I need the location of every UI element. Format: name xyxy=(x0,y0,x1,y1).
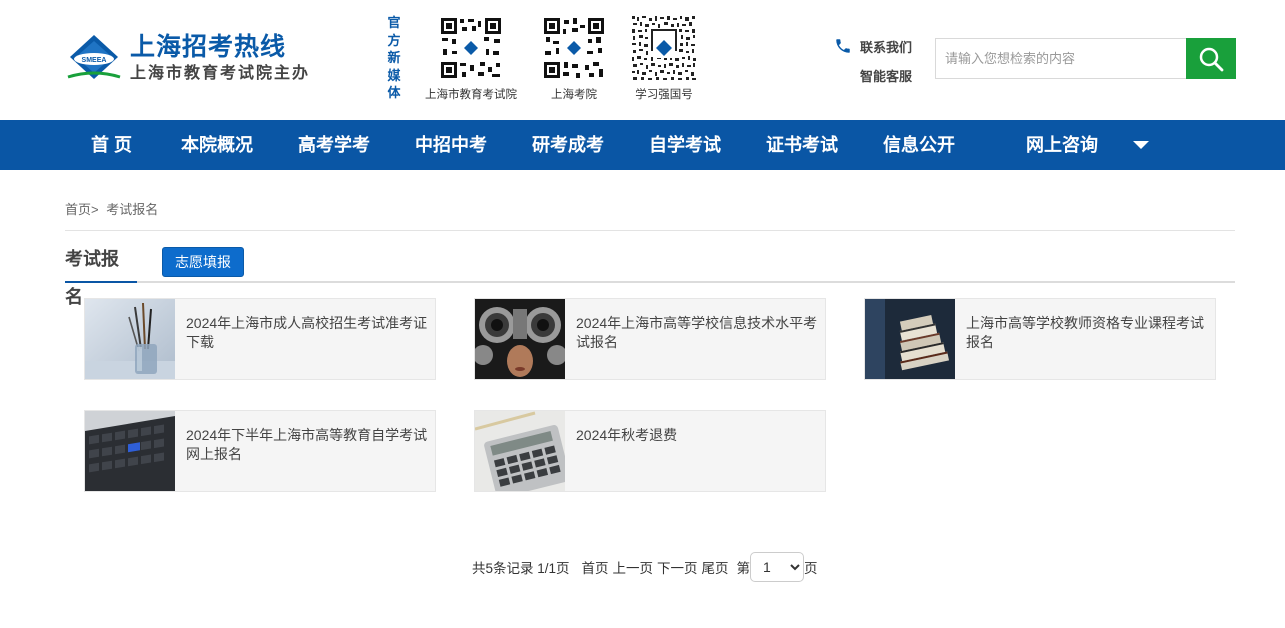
nav-about[interactable]: 本院概况 xyxy=(181,120,253,170)
nav-self-study[interactable]: 自学考试 xyxy=(649,120,721,170)
keyboard-thumbnail xyxy=(85,411,175,491)
qr-code-icon xyxy=(631,15,697,81)
list-item[interactable]: 2024年上海市成人高校招生考试准考证下载 xyxy=(84,298,436,380)
nav-dropdown-icon[interactable] xyxy=(1133,141,1149,149)
pagination-last[interactable]: 尾页 xyxy=(702,557,729,577)
nav-certificate[interactable]: 证书考试 xyxy=(766,120,838,170)
list-item-title[interactable]: 上海市高等学校教师资格专业课程考试报名 xyxy=(966,314,1211,352)
tab-exam-registration[interactable]: 考试报名 xyxy=(65,240,137,307)
breadcrumb-home[interactable]: 首页> xyxy=(65,202,99,217)
pagination-next[interactable]: 下一页 xyxy=(657,557,698,577)
breadcrumb-current: 考试报名 xyxy=(106,202,159,217)
books-thumbnail xyxy=(865,299,955,379)
site-title: 上海招考热线 xyxy=(130,33,287,61)
contact-us-link[interactable]: 联系我们 xyxy=(834,36,912,56)
qr-caption: 学习强国号 xyxy=(635,89,693,101)
list-item-title[interactable]: 2024年上海市成人高校招生考试准考证下载 xyxy=(186,314,431,352)
pagination-page-suffix: 页 xyxy=(804,561,818,576)
list-item[interactable]: 2024年秋考退费 xyxy=(474,410,826,492)
smeea-logo-icon: SMEEA xyxy=(66,33,122,85)
qr-caption: 上海考院 xyxy=(551,89,597,101)
nav-gaokao[interactable]: 高考学考 xyxy=(298,120,370,170)
search-icon xyxy=(1199,47,1224,71)
nav-yankao[interactable]: 研考成考 xyxy=(532,120,604,170)
pagination-prev[interactable]: 上一页 xyxy=(613,557,654,577)
svg-text:SMEEA: SMEEA xyxy=(82,57,107,64)
nav-zhongkao[interactable]: 中招中考 xyxy=(415,120,487,170)
nav-info-public[interactable]: 信息公开 xyxy=(883,120,955,170)
site-subtitle: 上海市教育考试院主办 xyxy=(130,65,311,82)
list-item-title[interactable]: 2024年下半年上海市高等教育自学考试网上报名 xyxy=(186,426,431,464)
phone-icon xyxy=(836,39,850,53)
list-item[interactable]: 2024年下半年上海市高等教育自学考试网上报名 xyxy=(84,410,436,492)
pagination-first[interactable]: 首页 xyxy=(582,557,609,577)
official-media-label: 官 方 新 媒 体 xyxy=(387,15,401,100)
search-button[interactable] xyxy=(1186,38,1236,79)
eye-test-thumbnail xyxy=(475,299,565,379)
list-item-title[interactable]: 2024年秋考退费 xyxy=(576,426,821,445)
list-item[interactable]: 2024年上海市高等学校信息技术水平考试报名 xyxy=(474,298,826,380)
list-item[interactable]: 上海市高等学校教师资格专业课程考试报名 xyxy=(864,298,1216,380)
site-header: SMEEA 上海招考热线 上海市教育考试院主办 官 方 新 媒 体 上海市教育考… xyxy=(0,0,1285,120)
qr-caption: 上海市教育考试院 xyxy=(425,89,517,101)
nav-online-consult[interactable]: 网上咨询 xyxy=(1026,120,1098,170)
page-select[interactable]: 1 xyxy=(750,552,805,582)
site-logo[interactable]: SMEEA 上海招考热线 上海市教育考试院主办 xyxy=(66,32,310,85)
pagination-summary: 共5条记录 1/1页 xyxy=(472,561,570,576)
search-bar xyxy=(935,38,1236,79)
calculator-thumbnail xyxy=(475,411,565,491)
list-item-title[interactable]: 2024年上海市高等学校信息技术水平考试报名 xyxy=(576,314,821,352)
qr-sheea[interactable]: 上海市教育考试院 xyxy=(421,17,521,102)
qr-code-icon xyxy=(440,17,502,79)
nav-home[interactable]: 首 页 xyxy=(91,120,132,170)
divider xyxy=(65,230,1235,231)
pens-thumbnail xyxy=(85,299,175,379)
breadcrumb: 首页> 考试报名 xyxy=(65,199,158,218)
pagination-page-prefix: 第 xyxy=(736,561,751,576)
qr-code-icon xyxy=(543,17,605,79)
main-nav: 首 页 本院概况 高考学考 中招中考 研考成考 自学考试 证书考试 信息公开 网… xyxy=(0,120,1285,170)
qr-xuexiqiangguo[interactable]: 学习强国号 xyxy=(624,15,704,102)
pagination: 共5条记录 1/1页 首页 上一页 下一页 尾页 第 1 页 xyxy=(472,547,818,587)
tab-volunteer-filling[interactable]: 志愿填报 xyxy=(162,247,244,277)
search-input[interactable] xyxy=(935,38,1186,79)
contact-block: 联系我们 智能客服 xyxy=(834,36,912,85)
qr-shkaoyuan[interactable]: 上海考院 xyxy=(534,17,614,102)
section-tabs: 考试报名 志愿填报 xyxy=(65,240,1235,307)
smart-service-link[interactable]: 智能客服 xyxy=(834,65,912,85)
